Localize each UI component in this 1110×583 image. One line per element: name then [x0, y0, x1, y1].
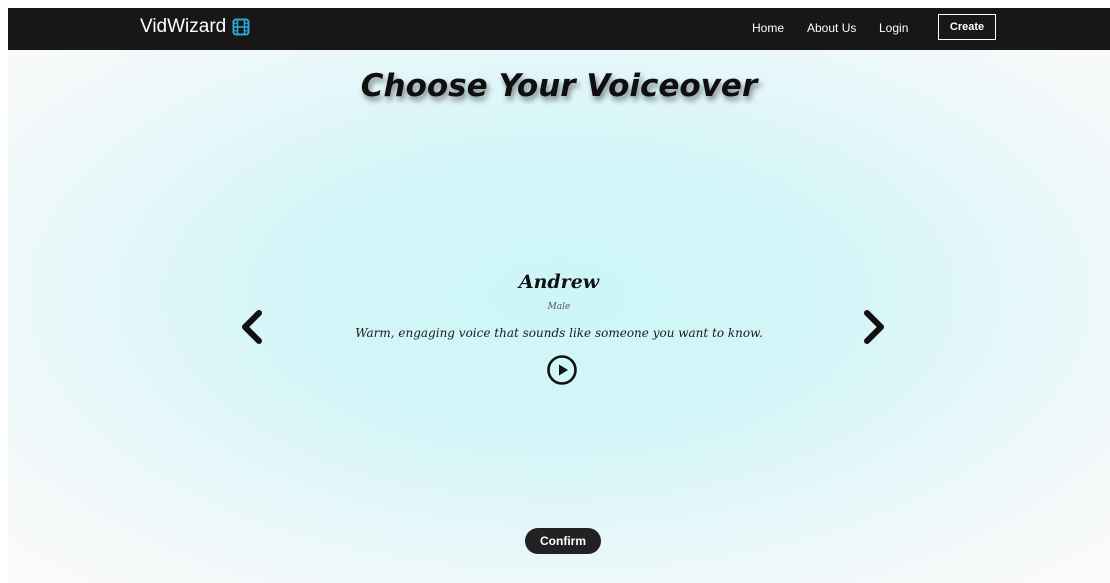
page-frame: VidWizard Home About Us Login Create Cho…: [8, 8, 1110, 583]
nav-link-login[interactable]: Login: [879, 20, 908, 36]
play-sample-button[interactable]: [546, 354, 578, 386]
brand-name: VidWizard: [140, 16, 227, 37]
create-button[interactable]: Create: [938, 14, 996, 40]
nav-link-home[interactable]: Home: [752, 20, 784, 36]
navbar: VidWizard Home About Us Login Create: [8, 8, 1110, 50]
confirm-button[interactable]: Confirm: [525, 528, 601, 554]
film-icon: [232, 18, 250, 36]
page-title: Choose Your Voiceover: [360, 68, 758, 104]
play-circle-icon: [547, 355, 577, 385]
nav-link-about-us[interactable]: About Us: [807, 20, 856, 36]
chevron-right-icon: [864, 310, 884, 344]
voice-gender: Male: [547, 302, 571, 312]
brand-logo[interactable]: VidWizard: [140, 15, 250, 39]
voice-description: Warm, engaging voice that sounds like so…: [355, 326, 763, 340]
next-voice-button[interactable]: [856, 308, 892, 346]
voice-name: Andrew: [518, 271, 600, 293]
